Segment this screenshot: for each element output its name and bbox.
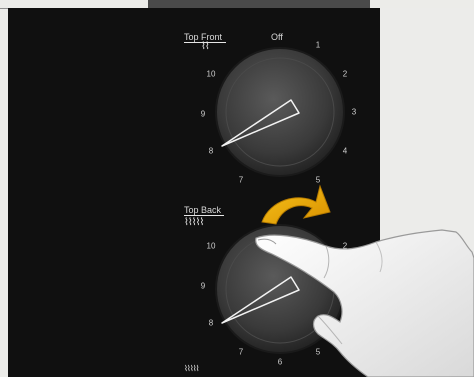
appliance-knob-illustration: Top Front ⌇⌇ Off 1 2 3 4 5 7 8 9 10 Top … bbox=[0, 0, 474, 377]
illustration-graphics bbox=[215, 47, 474, 377]
top-front-knob bbox=[215, 47, 345, 177]
rotate-arrow-icon bbox=[261, 184, 331, 225]
